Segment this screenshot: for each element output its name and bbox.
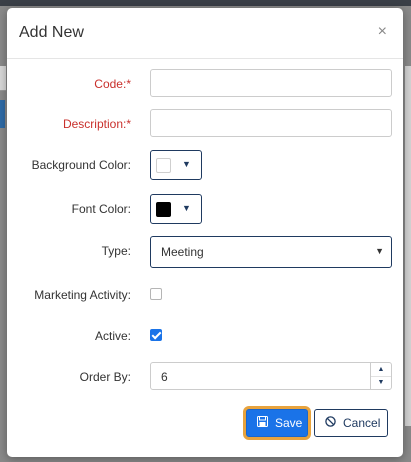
marketing-activity-checkbox[interactable] — [150, 288, 162, 300]
order-by-value: 6 — [161, 370, 168, 384]
close-button[interactable]: × — [378, 22, 387, 42]
cancel-label: Cancel — [343, 416, 381, 430]
code-input[interactable] — [150, 69, 392, 97]
background-color-swatch — [156, 158, 171, 173]
stepper-buttons: ▲ ▼ — [370, 363, 391, 389]
font-color-row: Font Color: ▼ — [7, 194, 403, 224]
chevron-down-icon: ▼ — [375, 246, 384, 256]
backdrop-tab — [0, 66, 6, 91]
save-label: Save — [275, 416, 303, 430]
code-row: Code:* — [7, 69, 403, 99]
active-checkbox[interactable] — [150, 329, 162, 341]
type-selected-value: Meeting — [161, 245, 204, 259]
order-by-label: Order By: — [79, 370, 131, 384]
backdrop-header-bar — [0, 0, 411, 6]
type-label: Type: — [101, 244, 131, 258]
chevron-down-icon: ▼ — [182, 159, 191, 169]
background-color-label: Background Color: — [31, 158, 131, 172]
type-row: Type: Meeting ▼ — [7, 236, 403, 268]
description-input[interactable] — [150, 109, 392, 137]
floppy-disk-icon — [257, 411, 268, 437]
add-new-dialog: Add New × Code:* Description:* Backgroun… — [7, 8, 403, 457]
order-by-stepper[interactable]: 6 ▲ ▼ — [150, 362, 392, 390]
increment-icon[interactable]: ▲ — [371, 363, 391, 377]
dialog-title: Add New — [19, 24, 84, 41]
background-color-picker[interactable]: ▼ — [150, 150, 202, 180]
save-button[interactable]: Save — [246, 409, 308, 437]
backdrop-accent — [0, 100, 5, 128]
active-label: Active: — [94, 329, 131, 343]
dialog-header: Add New × — [7, 8, 403, 59]
description-row: Description:* — [7, 109, 403, 139]
chevron-down-icon: ▼ — [182, 203, 191, 213]
marketing-activity-label: Marketing Activity: — [34, 288, 131, 302]
dialog-actions: Save Cancel — [7, 409, 403, 439]
type-select[interactable]: Meeting ▼ — [150, 236, 392, 268]
background-color-row: Background Color: ▼ — [7, 150, 403, 180]
order-by-row: Order By: 6 ▲ ▼ — [7, 362, 403, 392]
description-label: Description:* — [62, 117, 131, 131]
marketing-activity-row: Marketing Activity: — [7, 280, 403, 310]
font-color-label: Font Color: — [71, 202, 131, 216]
font-color-swatch — [156, 202, 171, 217]
code-label: Code:* — [94, 77, 131, 91]
ban-icon — [325, 411, 336, 437]
font-color-picker[interactable]: ▼ — [150, 194, 202, 224]
decrement-icon[interactable]: ▼ — [371, 376, 391, 389]
cancel-button[interactable]: Cancel — [314, 409, 388, 437]
active-row: Active: — [7, 321, 403, 351]
backdrop-panel — [405, 66, 411, 426]
